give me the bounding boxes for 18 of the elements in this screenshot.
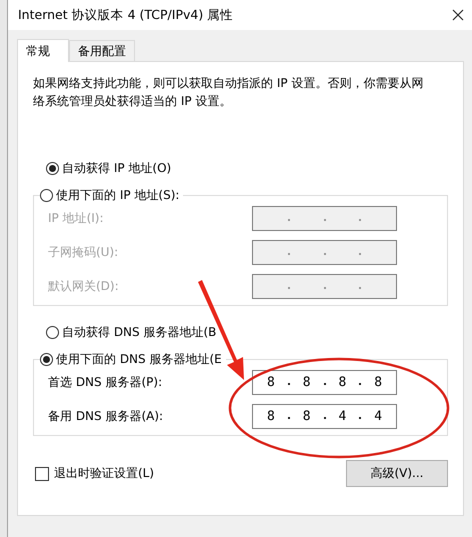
ip-address-field[interactable] bbox=[252, 206, 397, 231]
ip-address-field[interactable]: 8 8 8 8 bbox=[252, 370, 397, 395]
radio-option[interactable]: 使用下面的 DNS 服务器地址(E bbox=[40, 351, 226, 368]
ip-address-field[interactable] bbox=[252, 274, 397, 299]
window-title: Internet 协议版本 4 (TCP/IPv4) 属性 bbox=[18, 6, 234, 24]
field-label: IP 地址(I): bbox=[48, 210, 104, 227]
tab[interactable]: 常规 bbox=[17, 39, 69, 62]
field-label: 备用 DNS 服务器(A): bbox=[48, 408, 164, 425]
field-label: 子网掩码(U): bbox=[48, 244, 118, 261]
field-label: 默认网关(D): bbox=[48, 278, 119, 295]
description-text: 如果网络支持此功能，则可以获取自动指派的 IP 设置。否则，你需要从网络系统管理员处获得适当的 IP 设置。 bbox=[33, 75, 424, 110]
ip-address-field[interactable] bbox=[252, 240, 397, 265]
radio-option[interactable]: 使用下面的 IP 地址(S): bbox=[40, 187, 184, 204]
ip-address-field[interactable]: 8 8 4 4 bbox=[252, 404, 397, 429]
close-icon[interactable] bbox=[452, 9, 464, 21]
tab[interactable]: 备用配置 bbox=[69, 40, 135, 61]
advanced-button[interactable]: 高级(V)... bbox=[346, 460, 448, 487]
field-label: 首选 DNS 服务器(P): bbox=[48, 374, 162, 391]
